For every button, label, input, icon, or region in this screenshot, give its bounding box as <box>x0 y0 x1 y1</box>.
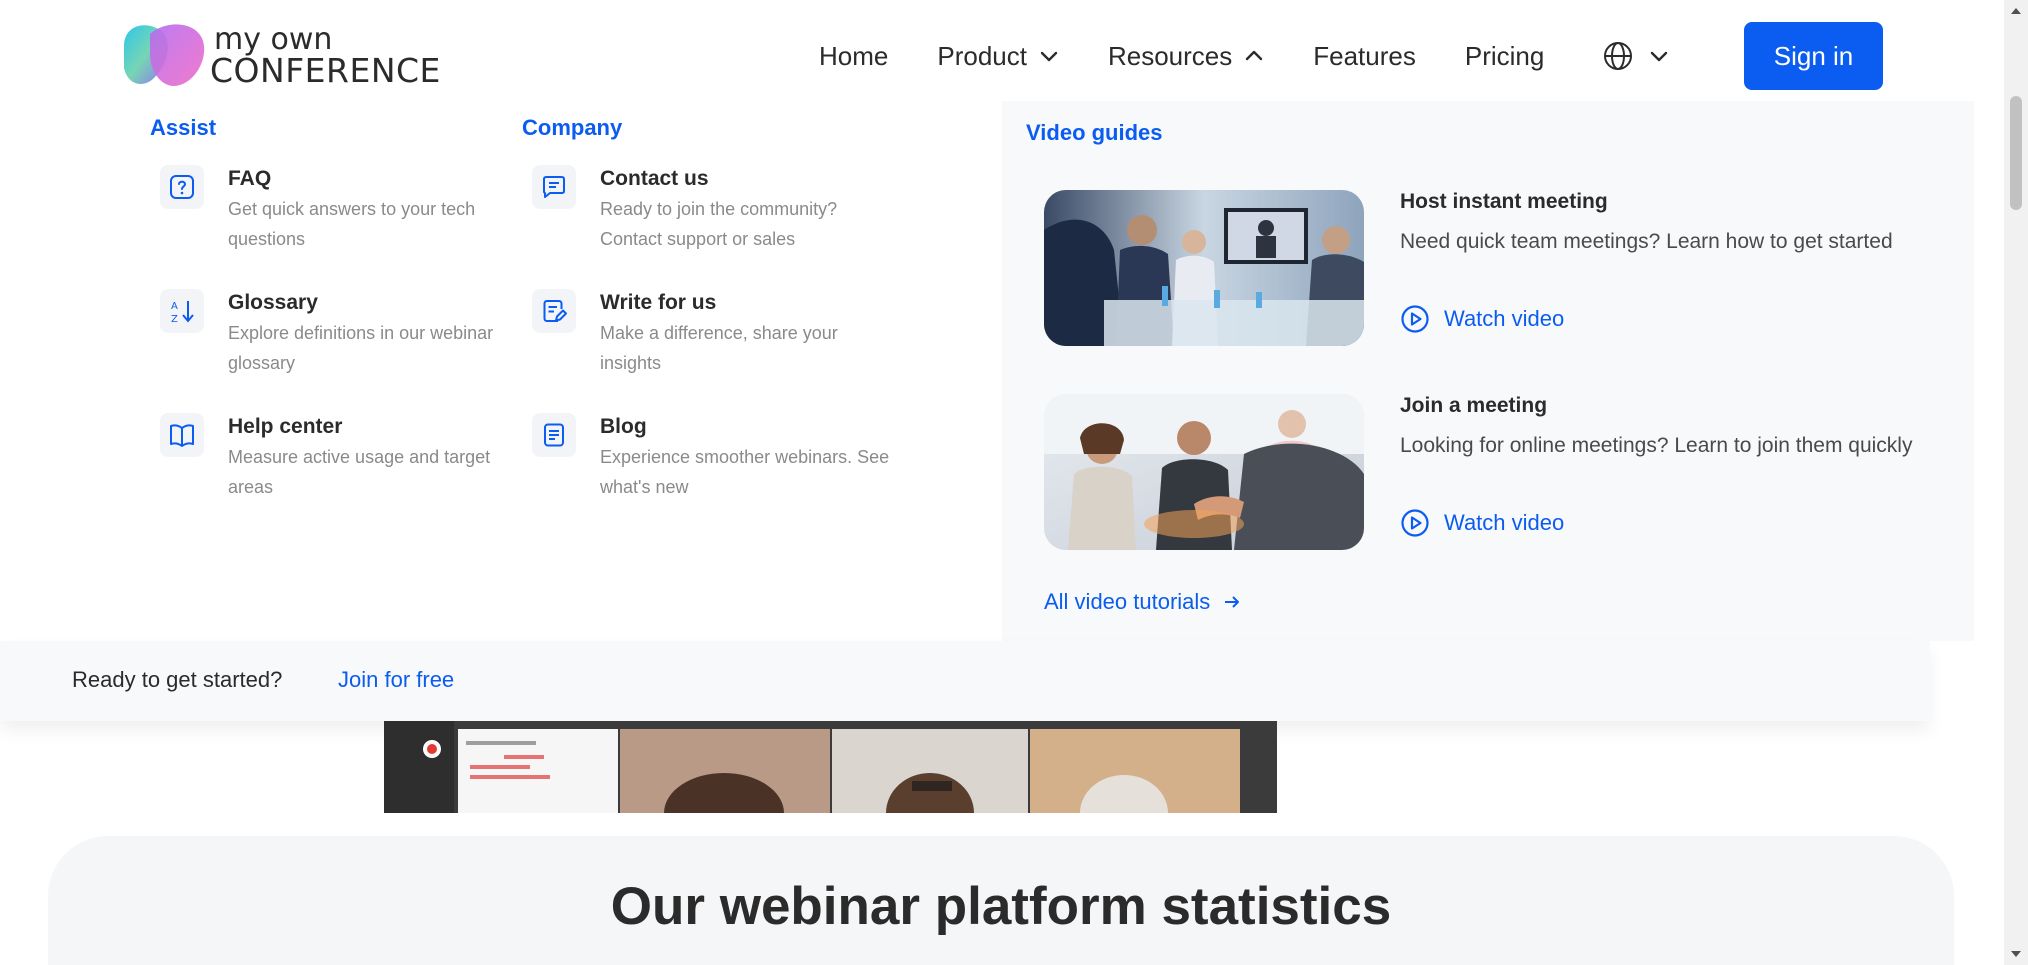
svg-text:A: A <box>171 301 178 312</box>
video-desc: Need quick team meetings? Learn how to g… <box>1400 230 1893 253</box>
video-guides-panel: Video guides Host instant meeting Need q… <box>1002 101 1974 641</box>
nav-home-label: Home <box>819 40 889 71</box>
scroll-thumb[interactable] <box>2010 96 2022 210</box>
all-video-tutorials-link[interactable]: All video tutorials <box>1044 589 1242 615</box>
chat-icon <box>532 165 576 209</box>
meeting-room-thumbnail[interactable] <box>1044 190 1364 346</box>
menu-item-faq[interactable]: FAQ Get quick answers to your tech quest… <box>160 165 520 254</box>
webinar-screenshot-image <box>384 721 1277 813</box>
handshake-thumbnail[interactable] <box>1044 394 1364 550</box>
logo-line2: CONFERENCE <box>210 51 441 90</box>
menu-item-desc: Make a difference, share your insights <box>600 323 838 373</box>
resources-dropdown: Assist FAQ Get quick answers to your tec… <box>0 101 2004 641</box>
menu-item-title: Glossary <box>228 291 318 314</box>
logo-text: my own CONFERENCE <box>210 24 441 90</box>
document-icon <box>532 413 576 457</box>
menu-item-title: Help center <box>228 415 343 438</box>
menu-item-desc: Get quick answers to your tech questions <box>228 199 476 249</box>
scroll-down-arrow-icon[interactable] <box>2011 951 2021 957</box>
cta-bar: Ready to get started? Join for free <box>0 641 1930 721</box>
language-selector[interactable] <box>1603 41 1669 71</box>
sign-in-button[interactable]: Sign in <box>1744 22 1883 90</box>
nav-resources-label: Resources <box>1107 40 1233 71</box>
menu-item-desc: Ready to join the community? Contact sup… <box>600 199 838 249</box>
logo-mark-icon <box>124 24 205 86</box>
video-desc: Looking for online meetings? Learn to jo… <box>1400 434 1913 457</box>
chevron-down-icon <box>1651 51 1668 62</box>
menu-item-title: Write for us <box>600 291 717 314</box>
page-scrollbar[interactable] <box>2004 0 2028 965</box>
nav-home[interactable]: Home <box>819 41 888 72</box>
edit-document-icon <box>532 289 576 333</box>
nav-product-label: Product <box>937 40 1027 71</box>
menu-item-title: Blog <box>600 415 647 438</box>
nav-resources[interactable]: Resources <box>1108 41 1264 72</box>
cta-text: Ready to get started? <box>72 667 283 692</box>
watch-video-label: Watch video <box>1444 510 1565 535</box>
all-video-tutorials-label: All video tutorials <box>1044 589 1211 614</box>
menu-item-blog[interactable]: Blog Experience smoother webinars. See w… <box>532 413 892 502</box>
watch-video-link[interactable]: Watch video <box>1400 508 1564 538</box>
nav-product[interactable]: Product <box>937 41 1059 72</box>
nav-features[interactable]: Features <box>1313 41 1416 72</box>
logo[interactable]: my own CONFERENCE <box>120 20 441 90</box>
nav-pricing[interactable]: Pricing <box>1465 41 1544 72</box>
join-for-free-link[interactable]: Join for free <box>338 667 454 693</box>
menu-item-contact-us[interactable]: Contact us Ready to join the community? … <box>532 165 892 254</box>
arrow-right-icon <box>1225 596 1240 608</box>
video-title: Host instant meeting <box>1400 190 1608 213</box>
svg-text:Z: Z <box>171 314 178 325</box>
sort-az-icon: AZ <box>160 289 204 333</box>
menu-item-write-for-us[interactable]: Write for us Make a difference, share yo… <box>532 289 892 378</box>
menu-item-desc: Measure active usage and target areas <box>228 447 491 497</box>
play-circle-icon <box>1401 509 1429 537</box>
watch-video-label: Watch video <box>1444 306 1565 331</box>
book-icon <box>160 413 204 457</box>
stats-title: Our webinar platform statistics <box>610 877 1392 936</box>
menu-item-desc: Experience smoother webinars. See what's… <box>600 447 890 497</box>
menu-item-title: FAQ <box>228 167 272 190</box>
chevron-down-icon <box>1040 51 1058 62</box>
scroll-up-arrow-icon[interactable] <box>2011 8 2021 14</box>
nav-features-label: Features <box>1313 40 1416 71</box>
question-icon <box>160 165 204 209</box>
menu-item-glossary[interactable]: AZ Glossary Explore definitions in our w… <box>160 289 520 378</box>
site-header: my own CONFERENCE Home Product Resources… <box>0 0 2004 101</box>
video-title: Join a meeting <box>1400 394 1548 417</box>
company-heading: Company <box>522 115 623 140</box>
nav-pricing-label: Pricing <box>1464 40 1545 71</box>
chevron-up-icon <box>1246 50 1263 61</box>
assist-heading: Assist <box>150 115 217 140</box>
menu-item-help-center[interactable]: Help center Measure active usage and tar… <box>160 413 520 502</box>
menu-item-title: Contact us <box>600 167 709 190</box>
watch-video-link[interactable]: Watch video <box>1400 304 1564 334</box>
globe-icon <box>1604 42 1633 70</box>
video-guides-heading: Video guides <box>1026 120 1163 145</box>
play-circle-icon <box>1401 305 1429 333</box>
menu-item-desc: Explore definitions in our webinar gloss… <box>228 323 494 373</box>
stats-section: Our webinar platform statistics <box>48 836 1954 965</box>
main-nav: Home Product Resources Features Pricing <box>819 22 1721 90</box>
